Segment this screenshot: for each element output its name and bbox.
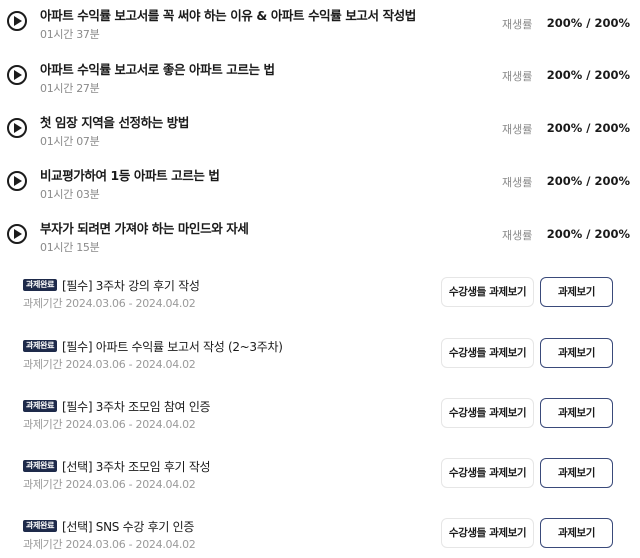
playback-rate: 200% / 200%	[546, 227, 630, 241]
lecture-duration: 01시간 37분	[40, 28, 100, 41]
assignment-row: 과제완료 [필수] 아파트 수익률 보고서 작성 (2~3주차) 과제기간 20…	[0, 338, 640, 378]
assignment-title: [선택] SNS 수강 후기 인증	[62, 520, 195, 534]
playback-rate: 200% / 200%	[546, 174, 630, 188]
view-assignment-button[interactable]: 과제보기	[540, 458, 613, 488]
play-circle-icon[interactable]	[7, 118, 27, 138]
play-circle-icon[interactable]	[7, 224, 27, 244]
assignment-period: 과제기간 2024.03.06 - 2024.04.02	[23, 538, 196, 551]
view-assignment-button[interactable]: 과제보기	[540, 398, 613, 428]
status-badge: 과제완료	[23, 340, 58, 352]
lecture-row[interactable]: 아파트 수익률 보고서로 좋은 아파트 고르는 법 01시간 27분 재생률 2…	[0, 59, 640, 112]
lecture-row[interactable]: 아파트 수익률 보고서를 꼭 써야 하는 이유 & 아파트 수익률 보고서 작성…	[0, 5, 640, 58]
lecture-title: 아파트 수익률 보고서로 좋은 아파트 고르는 법	[40, 62, 275, 77]
assignment-period: 과제기간 2024.03.06 - 2024.04.02	[23, 358, 196, 371]
status-badge: 과제완료	[23, 520, 58, 532]
lecture-row[interactable]: 첫 임장 지역을 선정하는 방법 01시간 07분 재생률 200% / 200…	[0, 112, 640, 165]
assignment-row: 과제완료 [필수] 3주차 조모임 참여 인증 과제기간 2024.03.06 …	[0, 398, 640, 438]
assignment-row: 과제완료 [선택] 3주차 조모임 후기 작성 과제기간 2024.03.06 …	[0, 458, 640, 498]
play-circle-icon[interactable]	[7, 11, 27, 31]
assignment-title: [필수] 3주차 강의 후기 작성	[62, 279, 200, 293]
lecture-duration: 01시간 15분	[40, 241, 100, 254]
view-assignment-button[interactable]: 과제보기	[540, 277, 613, 307]
lecture-title: 비교평가하여 1등 아파트 고르는 법	[40, 168, 220, 183]
lecture-duration: 01시간 07분	[40, 135, 100, 148]
lecture-duration: 01시간 03분	[40, 188, 100, 201]
assignment-period: 과제기간 2024.03.06 - 2024.04.02	[23, 478, 196, 491]
view-students-assignments-button[interactable]: 수강생들 과제보기	[441, 518, 534, 548]
play-circle-icon[interactable]	[7, 65, 27, 85]
lecture-row[interactable]: 부자가 되려면 가져야 하는 마인드와 자세 01시간 15분 재생률 200%…	[0, 218, 640, 271]
lecture-title: 아파트 수익률 보고서를 꼭 써야 하는 이유 & 아파트 수익률 보고서 작성…	[40, 8, 416, 23]
assignment-title: [필수] 아파트 수익률 보고서 작성 (2~3주차)	[62, 340, 283, 354]
view-students-assignments-button[interactable]: 수강생들 과제보기	[441, 398, 534, 428]
assignment-title: [선택] 3주차 조모임 후기 작성	[62, 460, 211, 474]
play-circle-icon[interactable]	[7, 171, 27, 191]
playback-rate: 200% / 200%	[546, 16, 630, 30]
playback-rate-label: 재생률	[502, 229, 533, 242]
playback-rate-label: 재생률	[502, 18, 533, 31]
assignment-row: 과제완료 [선택] SNS 수강 후기 인증 과제기간 2024.03.06 -…	[0, 518, 640, 558]
playback-rate-label: 재생률	[502, 176, 533, 189]
status-badge: 과제완료	[23, 400, 58, 412]
playback-rate-label: 재생률	[502, 123, 533, 136]
playback-rate: 200% / 200%	[546, 121, 630, 135]
lecture-title: 첫 임장 지역을 선정하는 방법	[40, 115, 190, 130]
lecture-title: 부자가 되려면 가져야 하는 마인드와 자세	[40, 221, 249, 236]
lecture-row[interactable]: 비교평가하여 1등 아파트 고르는 법 01시간 03분 재생률 200% / …	[0, 165, 640, 218]
playback-rate-label: 재생률	[502, 70, 533, 83]
view-assignment-button[interactable]: 과제보기	[540, 518, 613, 548]
lecture-duration: 01시간 27분	[40, 82, 100, 95]
status-badge: 과제완료	[23, 460, 58, 472]
view-assignment-button[interactable]: 과제보기	[540, 338, 613, 368]
playback-rate: 200% / 200%	[546, 68, 630, 82]
view-students-assignments-button[interactable]: 수강생들 과제보기	[441, 458, 534, 488]
view-students-assignments-button[interactable]: 수강생들 과제보기	[441, 277, 534, 307]
assignment-title: [필수] 3주차 조모임 참여 인증	[62, 400, 211, 414]
status-badge: 과제완료	[23, 279, 58, 291]
assignment-period: 과제기간 2024.03.06 - 2024.04.02	[23, 418, 196, 431]
assignment-row: 과제완료 [필수] 3주차 강의 후기 작성 과제기간 2024.03.06 -…	[0, 277, 640, 317]
view-students-assignments-button[interactable]: 수강생들 과제보기	[441, 338, 534, 368]
assignment-period: 과제기간 2024.03.06 - 2024.04.02	[23, 297, 196, 310]
